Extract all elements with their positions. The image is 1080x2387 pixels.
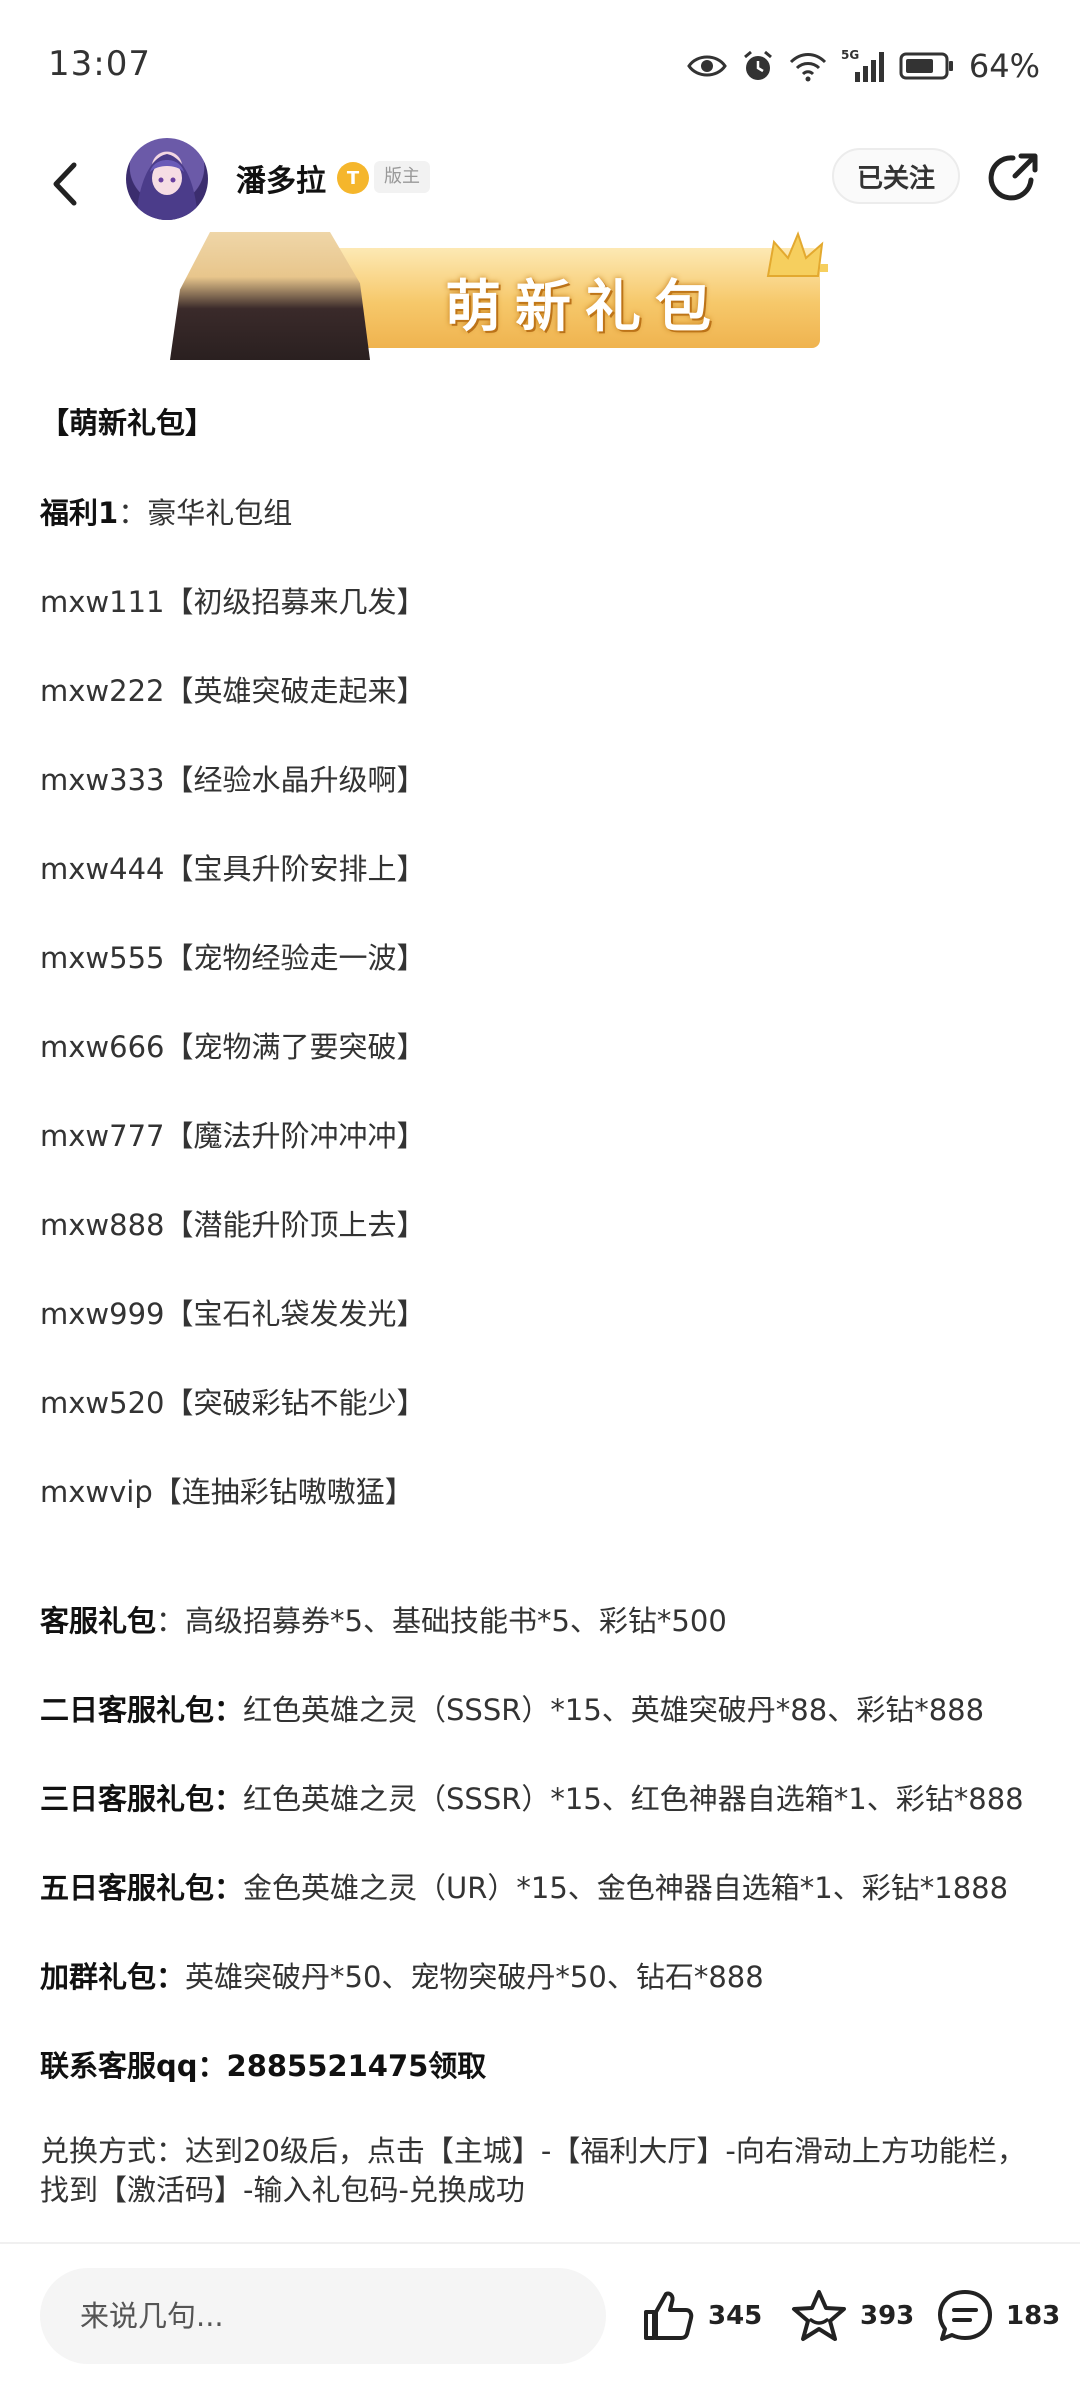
code-line[interactable]: mxw555【宠物经验走一波】 [40,935,425,977]
comment-icon [938,2290,992,2341]
like-button[interactable]: 345 [640,2286,762,2346]
code-line[interactable]: mxw666【宠物满了要突破】 [40,1024,425,1066]
level-badge: T [337,162,369,194]
favorite-count: 393 [860,2301,915,2331]
gift-label: 客服礼包 [40,1604,157,1638]
back-arrow-icon [53,162,77,206]
contact-line: 联系客服qq：2885521475领取 [40,2049,487,2083]
bottom-divider [0,2242,1080,2244]
svg-text:5G: 5G [841,48,859,62]
comment-count: 183 [1006,2301,1061,2331]
gift-line: 三日客服礼包：红色英雄之灵（SSSR）*15、红色神器自选箱*1、彩钻*888 [40,1776,1024,1818]
star-icon [792,2290,846,2341]
gift-text: 红色英雄之灵（SSSR）*15、英雄突破丹*88、彩钻*888 [243,1693,985,1727]
gift-label: 五日客服礼包： [40,1871,244,1905]
username[interactable]: 潘多拉 [236,156,326,200]
gift-line: 客服礼包：高级招募券*5、基础技能书*5、彩钻*500 [40,1598,727,1640]
avatar[interactable] [126,138,208,220]
code-line[interactable]: mxw520【突破彩钻不能少】 [40,1380,425,1422]
follow-button[interactable]: 已关注 [832,148,960,204]
status-bar: 13:07 5G 64% [0,0,1080,130]
status-icons: 5G 64% [687,46,1040,86]
code-line[interactable]: mxw444【宝具升阶安排上】 [40,846,425,888]
code-line[interactable]: mxwvip【连抽彩钻嗷嗷猛】 [40,1469,414,1511]
share-icon [988,153,1038,201]
gift-text: 红色英雄之灵（SSSR）*15、红色神器自选箱*1、彩钻*888 [243,1782,1024,1816]
like-count: 345 [708,2301,763,2331]
comment-input[interactable]: 来说几句... [40,2268,606,2364]
gift-text: 高级招募券*5、基础技能书*5、彩钻*500 [185,1604,727,1638]
redeem-line-1: 兑换方式：达到20级后，点击【主城】-【福利大厅】-向右滑动上方功能栏， [40,2134,1026,2168]
welfare-sep: ： [118,496,148,530]
gift-line: 加群礼包：英雄突破丹*50、宠物突破丹*50、钻石*888 [40,1954,764,1996]
code-line[interactable]: mxw333【经验水晶升级啊】 [40,757,425,799]
welfare-line: 福利1：豪华礼包组 [40,490,292,532]
status-time: 13:07 [48,44,151,84]
gift-label: 二日客服礼包： [40,1693,244,1727]
banner-character [170,232,370,360]
code-line[interactable]: mxw777【魔法升阶冲冲冲】 [40,1113,425,1155]
crown-icon [766,231,828,277]
welfare-label: 福利1 [40,496,119,530]
gift-text: 金色英雄之灵（UR）*15、金色神器自选箱*1、彩钻*1888 [243,1871,1009,1905]
gift-text: 英雄突破丹*50、宠物突破丹*50、钻石*888 [185,1960,764,1994]
gift-label: 加群礼包： [40,1960,186,1994]
code-line[interactable]: mxw999【宝石礼袋发发光】 [40,1291,425,1333]
comment-button[interactable]: 183 [936,2286,1060,2346]
code-line[interactable]: mxw111【初级招募来几发】 [40,579,425,621]
battery-percent: 64% [968,47,1040,85]
wifi-icon [789,53,826,82]
welfare-text: 豪华礼包组 [147,496,293,530]
redeem-line-2: 找到【激活码】-输入礼包码-兑换成功 [40,2173,525,2207]
share-button[interactable] [985,150,1041,206]
back-button[interactable] [40,152,90,216]
thumb-up-icon [644,2291,694,2340]
post-header: 潘多拉 T 版主 已关注 [0,130,1080,240]
post-title: 【萌新礼包】 [40,406,215,440]
banner-image: 萌新礼包 [170,231,860,360]
alarm-icon [743,50,772,80]
gift-label: 三日客服礼包： [40,1782,244,1816]
gift-line: 二日客服礼包：红色英雄之灵（SSSR）*15、英雄突破丹*88、彩钻*888 [40,1687,984,1729]
battery-icon [899,52,953,80]
banner-text: 萌新礼包 [445,275,725,340]
code-line[interactable]: mxw222【英雄突破走起来】 [40,668,425,710]
favorite-button[interactable]: 393 [790,2286,914,2346]
gift-line: 五日客服礼包：金色英雄之灵（UR）*15、金色神器自选箱*1、彩钻*1888 [40,1865,1008,1907]
eye-icon [687,55,727,77]
gift-sep: ： [156,1604,186,1638]
role-badge: 版主 [374,161,430,193]
signal-icon: 5G [841,48,884,82]
code-line[interactable]: mxw888【潜能升阶顶上去】 [40,1202,425,1244]
